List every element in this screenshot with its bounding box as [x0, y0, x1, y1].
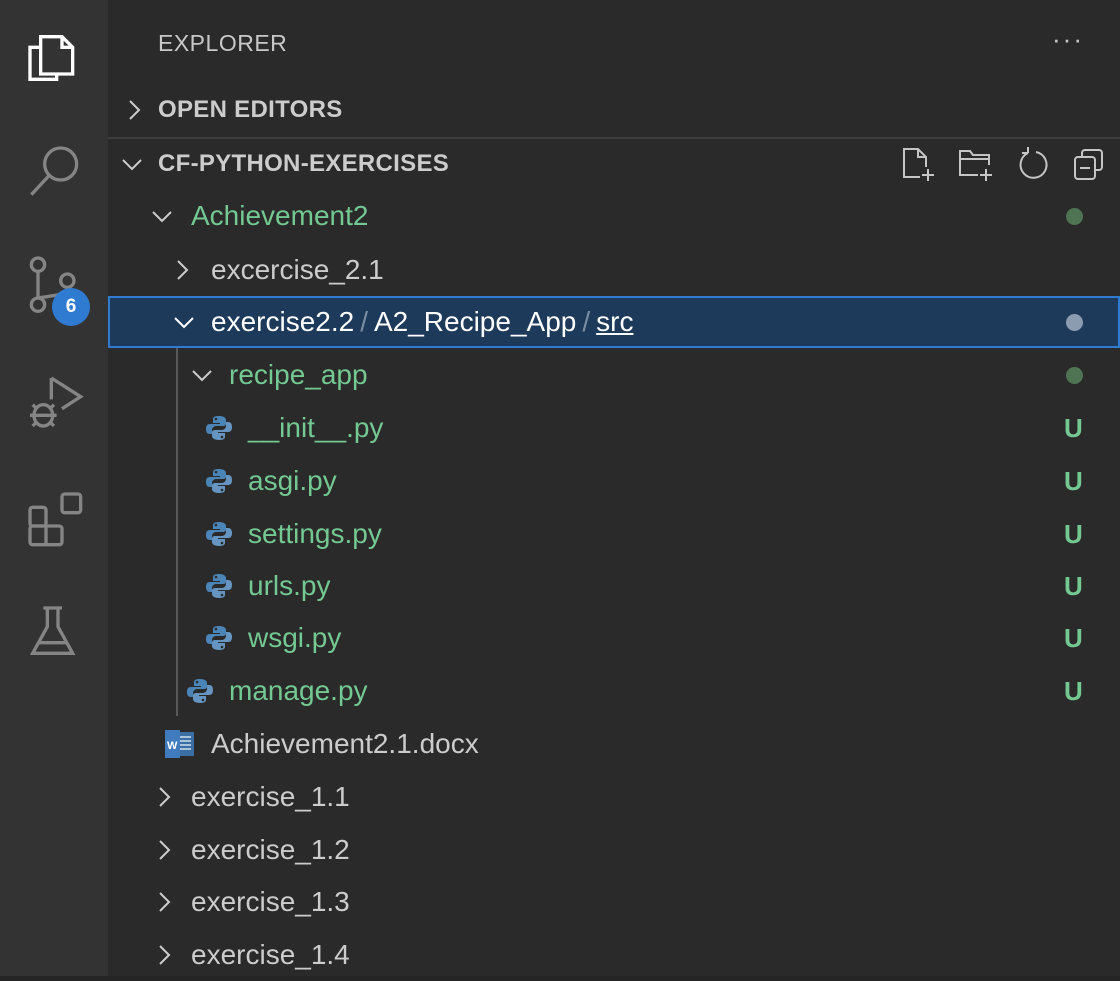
tree-folder-recipe-app[interactable]: recipe_app	[108, 349, 1120, 401]
word-file-icon: W	[165, 730, 194, 758]
untracked-status: U	[1064, 570, 1083, 601]
path-segment[interactable]: exercise2.2	[211, 306, 354, 337]
folder-label: exercise_1.4	[191, 938, 350, 970]
file-label: asgi.py	[248, 465, 337, 496]
folder-label: recipe_app	[229, 359, 368, 390]
svg-text:W: W	[167, 740, 178, 752]
folder-label: excercise_2.1	[211, 254, 384, 285]
tree-file[interactable]: settings.py U	[108, 508, 1120, 560]
untracked-status: U	[1064, 465, 1083, 496]
python-file-icon	[205, 414, 233, 442]
tree-folder-exercise[interactable]: exercise_1.2	[108, 824, 1120, 876]
tree-file[interactable]: urls.py U	[108, 560, 1120, 612]
chevron-right-icon	[159, 787, 171, 807]
folder-label: exercise_1.1	[191, 781, 350, 812]
folder-label: exercise_1.3	[191, 886, 350, 918]
untracked-status: U	[1064, 622, 1083, 653]
extensions-icon[interactable]	[18, 482, 90, 554]
file-label: wsgi.py	[248, 622, 342, 653]
chevron-right-icon	[159, 892, 171, 912]
path-separator: /	[582, 306, 591, 337]
path-segment[interactable]: src	[596, 306, 633, 337]
python-file-icon	[205, 572, 233, 600]
more-actions-button[interactable]: ···	[1052, 24, 1084, 55]
new-file-icon[interactable]	[898, 145, 938, 185]
folder-label: Achievement2	[191, 200, 369, 231]
chevron-right-icon	[177, 260, 189, 280]
tree-file[interactable]: wsgi.py U	[108, 612, 1120, 664]
activity-bar: 6	[0, 0, 108, 976]
tree-file[interactable]: asgi.py U	[108, 455, 1120, 507]
chevron-down-icon	[174, 317, 194, 329]
refresh-icon[interactable]	[1014, 145, 1054, 185]
chevron-right-icon	[159, 839, 171, 860]
file-label: manage.py	[229, 675, 368, 706]
python-file-icon	[205, 520, 233, 548]
path-separator: /	[360, 306, 368, 337]
chevron-right-icon	[159, 945, 171, 965]
explorer-title: EXPLORER	[158, 30, 288, 56]
python-file-icon	[205, 467, 233, 495]
section-label: CF-PYTHON-EXERCISES	[158, 150, 450, 177]
file-label: __init__.py	[248, 412, 384, 443]
chevron-down-icon	[192, 370, 212, 382]
tree-folder-achievement2[interactable]: Achievement2	[108, 190, 1120, 242]
tree-folder-exercise[interactable]: exercise_1.4	[108, 929, 1120, 981]
chevron-down-icon	[122, 159, 142, 171]
file-label: Achievement2.1.docx	[211, 728, 479, 759]
modified-dot	[1066, 367, 1083, 384]
chevron-down-icon	[152, 211, 172, 223]
tree-file-manage[interactable]: manage.py U	[108, 665, 1120, 717]
file-label: settings.py	[248, 518, 382, 549]
untracked-status: U	[1064, 675, 1083, 706]
path-segment[interactable]: A2_Recipe_App	[374, 306, 576, 337]
tree-folder-selected[interactable]: exercise2.2/A2_Recipe_App / src	[108, 296, 1120, 348]
new-folder-icon[interactable]	[956, 145, 996, 185]
scm-badge: 6	[52, 288, 90, 326]
chevron-right-icon	[129, 100, 141, 120]
open-editors-section[interactable]: OPEN EDITORS	[108, 84, 1120, 136]
tree-file-docx[interactable]: W Achievement2.1.docx	[108, 718, 1120, 770]
untracked-status: U	[1064, 412, 1083, 443]
modified-dot	[1066, 208, 1083, 225]
tree-folder-exercise[interactable]: exercise_1.3	[108, 876, 1120, 928]
tree-file[interactable]: __init__.py U	[108, 402, 1120, 454]
explorer-sidebar: EXPLORER ··· OPEN EDITORS CF-PYTHON-EXER…	[108, 0, 1120, 976]
section-label: OPEN EDITORS	[158, 96, 343, 123]
python-file-icon	[186, 677, 214, 705]
folder-label: exercise_1.2	[191, 833, 350, 865]
untracked-status: U	[1064, 518, 1083, 549]
testing-icon[interactable]	[18, 596, 90, 668]
collapse-all-icon[interactable]	[1070, 145, 1110, 185]
modified-dot	[1066, 314, 1083, 331]
run-debug-icon[interactable]	[18, 366, 90, 438]
python-file-icon	[205, 624, 233, 652]
file-label: urls.py	[248, 570, 331, 601]
tree-folder-excercise-2-1[interactable]: excercise_2.1	[108, 244, 1120, 296]
search-icon[interactable]	[18, 136, 90, 208]
tree-folder-exercise[interactable]: exercise_1.1	[108, 771, 1120, 823]
explorer-icon[interactable]	[18, 22, 90, 94]
